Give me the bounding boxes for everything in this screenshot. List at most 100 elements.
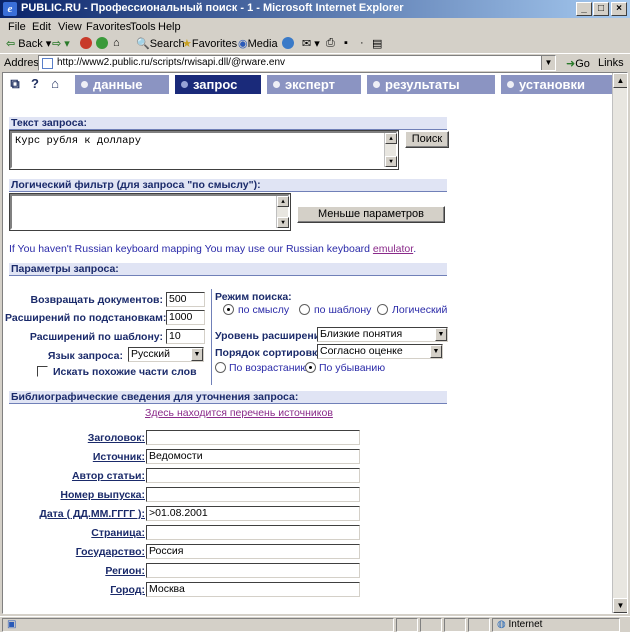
tab-settings[interactable]: установки bbox=[501, 75, 614, 94]
scroll-up-icon[interactable]: ▲ bbox=[613, 73, 627, 88]
home-icon[interactable]: ⌂ bbox=[47, 76, 63, 92]
refresh-icon[interactable] bbox=[96, 37, 110, 50]
similar-parts-label: Искать похожие части слов bbox=[53, 366, 197, 378]
dropdown-arrow-icon[interactable]: ▼ bbox=[191, 348, 203, 361]
messenger-icon[interactable]: ▤ bbox=[372, 37, 382, 50]
mode-semantic-radio[interactable] bbox=[223, 304, 234, 315]
subst-input[interactable]: 1000 bbox=[166, 310, 205, 325]
similar-parts-checkbox[interactable] bbox=[37, 366, 48, 377]
stop-icon[interactable] bbox=[80, 37, 94, 50]
go-button[interactable]: ➜Go bbox=[566, 57, 590, 70]
lang-select[interactable]: Русский ▼ bbox=[128, 347, 204, 362]
tab-expert[interactable]: эксперт bbox=[267, 75, 361, 94]
params-heading: Параметры запроса: bbox=[9, 263, 447, 276]
discuss-icon[interactable]: · bbox=[360, 37, 364, 49]
menu-help[interactable]: Help bbox=[158, 21, 181, 33]
keyboard-hint: If You haven't Russian keyboard mapping … bbox=[9, 243, 416, 255]
field-date-input[interactable]: >01.08.2001 bbox=[146, 506, 360, 521]
mode-template-radio[interactable] bbox=[299, 304, 310, 315]
scroll-down-icon[interactable]: ▼ bbox=[277, 217, 289, 228]
level-select[interactable]: Близкие понятия ▼ bbox=[317, 327, 448, 342]
field-label-author[interactable]: Автор статьи: bbox=[7, 470, 145, 482]
search-submit-button[interactable]: Поиск bbox=[405, 131, 449, 148]
tab-bullet-icon bbox=[507, 81, 514, 88]
favorites-icon: ★ bbox=[182, 38, 192, 50]
dropdown-arrow-icon[interactable]: ▼ bbox=[435, 328, 447, 341]
close-button[interactable]: × bbox=[611, 2, 627, 16]
mail-icon[interactable]: ✉ ▾ bbox=[302, 37, 320, 50]
history-icon[interactable] bbox=[282, 37, 296, 50]
favorites-button[interactable]: ★Favorites bbox=[182, 37, 237, 50]
logic-filter-textarea[interactable]: ▲ ▼ bbox=[9, 193, 291, 231]
mode-logic-label: Логический bbox=[392, 304, 448, 316]
field-label-issue[interactable]: Номер выпуска: bbox=[7, 489, 145, 501]
field-label-date[interactable]: Дата ( ДД.ММ.ГГГГ ): bbox=[7, 508, 145, 520]
field-source-input[interactable]: Ведомости bbox=[146, 449, 360, 464]
field-issue-input[interactable] bbox=[146, 487, 360, 502]
tab-query[interactable]: запрос bbox=[175, 75, 261, 94]
back-button[interactable]: ⇦ Back ▾ bbox=[6, 37, 51, 50]
sort-select[interactable]: Согласно оценке ▼ bbox=[317, 344, 443, 359]
media-button[interactable]: ◉Media bbox=[238, 37, 278, 50]
tab-results-label: результаты bbox=[385, 77, 460, 92]
print-icon[interactable]: ⎙ bbox=[326, 37, 335, 50]
logic-filter-heading: Логический фильтр (для запроса "по смысл… bbox=[9, 179, 447, 192]
query-scrollbar[interactable]: ▲ ▼ bbox=[384, 133, 397, 167]
page-scrollbar[interactable]: ▲ ▼ bbox=[612, 73, 627, 613]
scroll-down-icon[interactable]: ▼ bbox=[385, 156, 397, 167]
field-title-input[interactable] bbox=[146, 430, 360, 445]
scroll-up-icon[interactable]: ▲ bbox=[277, 196, 289, 207]
address-dropdown-icon[interactable]: ▼ bbox=[541, 56, 555, 70]
field-page-input[interactable] bbox=[146, 525, 360, 540]
help-icon[interactable]: ? bbox=[27, 76, 43, 92]
address-input[interactable]: http://www2.public.ru/scripts/rwisapi.dl… bbox=[38, 55, 556, 71]
menu-view[interactable]: View bbox=[58, 21, 82, 33]
zone-label: Internet bbox=[508, 619, 543, 630]
go-label: Go bbox=[575, 58, 590, 70]
less-params-button[interactable]: Меньше параметров bbox=[297, 206, 445, 223]
forward-button[interactable]: ⇨ ▾ bbox=[52, 37, 70, 50]
logic-scrollbar[interactable]: ▲ ▼ bbox=[276, 196, 289, 228]
tab-bullet-icon bbox=[373, 81, 380, 88]
field-label-title[interactable]: Заголовок: bbox=[7, 432, 145, 444]
search-button[interactable]: 🔍Search bbox=[136, 37, 185, 50]
field-city-input[interactable]: Москва bbox=[146, 582, 360, 597]
menu-favorites[interactable]: Favorites bbox=[86, 21, 131, 33]
query-textarea[interactable]: Курс рубля к доллару ▲ ▼ bbox=[9, 130, 399, 170]
emulator-link[interactable]: emulator bbox=[373, 243, 413, 255]
address-bar: Address http://www2.public.ru/scripts/rw… bbox=[0, 53, 630, 81]
field-country-input[interactable]: Россия bbox=[146, 544, 360, 559]
dropdown-arrow-icon[interactable]: ▼ bbox=[430, 345, 442, 358]
field-region-input[interactable] bbox=[146, 563, 360, 578]
menu-tools[interactable]: Tools bbox=[130, 21, 156, 33]
search-mode-label: Режим поиска: bbox=[215, 291, 292, 303]
sources-list-link[interactable]: Здесь находится перечень источников bbox=[145, 407, 333, 419]
field-author-input[interactable] bbox=[146, 468, 360, 483]
tab-data[interactable]: данные bbox=[75, 75, 169, 94]
query-text: Курс рубля к доллару bbox=[15, 135, 142, 147]
window-icon[interactable]: ⧉ bbox=[7, 76, 23, 92]
mode-logic-radio[interactable] bbox=[377, 304, 388, 315]
menu-file[interactable]: File bbox=[8, 21, 26, 33]
menu-edit[interactable]: Edit bbox=[32, 21, 51, 33]
tab-results[interactable]: результаты bbox=[367, 75, 495, 94]
field-label-source[interactable]: Источник: bbox=[7, 451, 145, 463]
maximize-button[interactable]: □ bbox=[593, 2, 609, 16]
edit-icon[interactable]: ▪ bbox=[344, 37, 348, 49]
return-docs-label: Возвращать документов: bbox=[30, 294, 163, 306]
field-label-page[interactable]: Страница: bbox=[7, 527, 145, 539]
scroll-down-icon[interactable]: ▼ bbox=[613, 598, 627, 613]
field-label-country[interactable]: Государство: bbox=[7, 546, 145, 558]
minimize-button[interactable]: _ bbox=[576, 2, 592, 16]
field-label-region[interactable]: Регион: bbox=[7, 565, 145, 577]
security-zone: ◍ Internet bbox=[492, 618, 620, 632]
field-label-city[interactable]: Город: bbox=[7, 584, 145, 596]
template-input[interactable]: 10 bbox=[166, 329, 205, 344]
order-asc-radio[interactable] bbox=[215, 362, 226, 373]
return-docs-input[interactable]: 500 bbox=[166, 292, 205, 307]
mode-template-label: по шаблону bbox=[314, 304, 372, 316]
subst-label: Расширений по подстановкам: bbox=[5, 312, 167, 324]
scroll-up-icon[interactable]: ▲ bbox=[385, 133, 397, 144]
order-desc-radio[interactable] bbox=[305, 362, 316, 373]
home-icon[interactable]: ⌂ bbox=[113, 37, 120, 49]
